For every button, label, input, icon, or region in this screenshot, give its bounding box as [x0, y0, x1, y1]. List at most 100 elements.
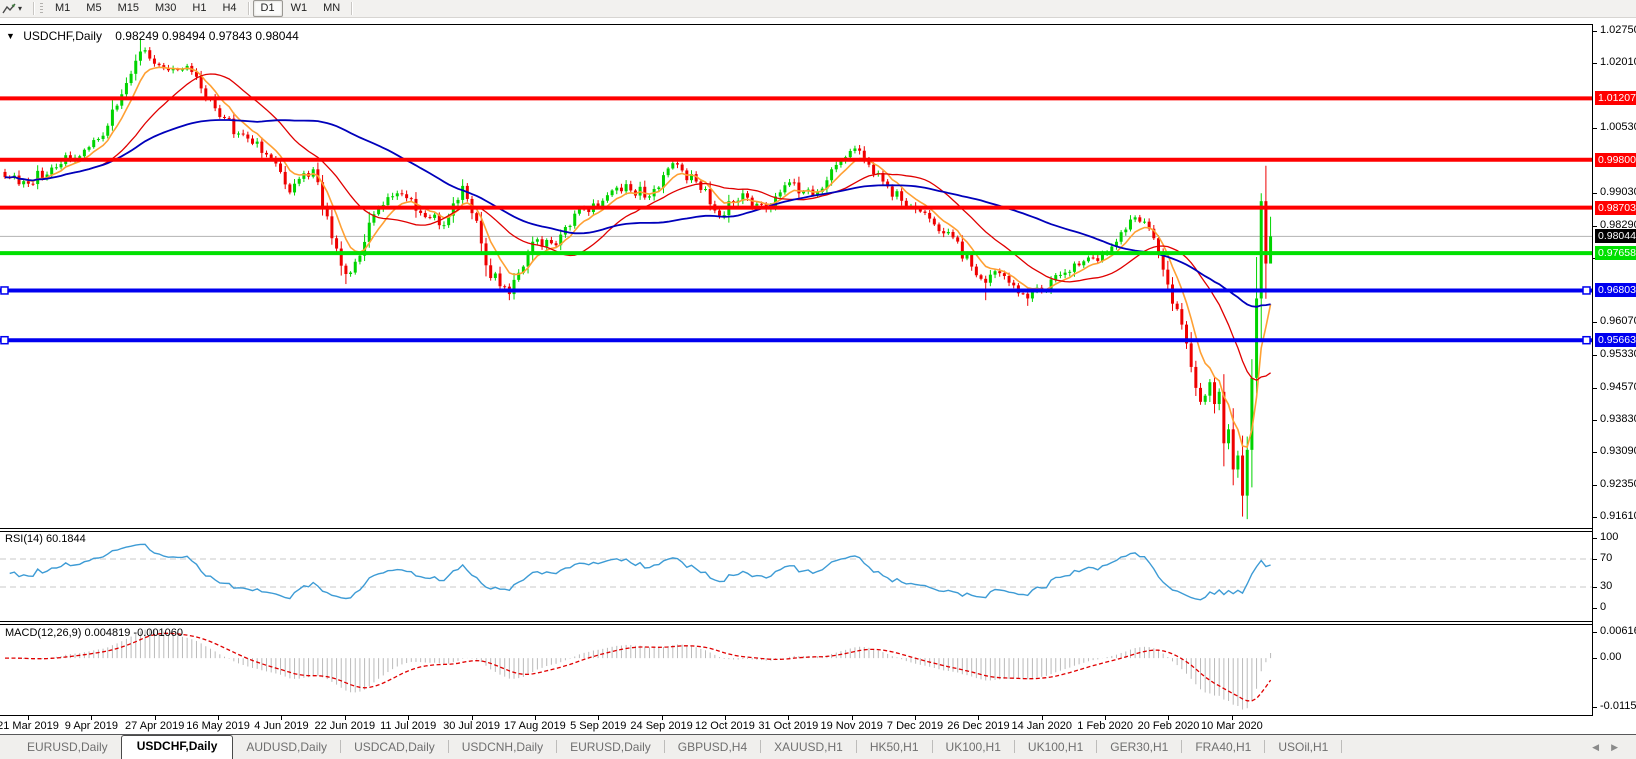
toolbar-separator [33, 2, 35, 15]
axis-tick [1593, 587, 1597, 588]
toolbar-separator [351, 2, 354, 15]
axis-tick [1593, 420, 1597, 422]
date-label: 31 Oct 2019 [758, 720, 819, 732]
macd-plot[interactable] [0, 625, 1592, 715]
price-axis[interactable]: 1.027501.020101.005300.990300.982900.975… [1592, 24, 1636, 716]
axis-tick [1593, 387, 1597, 389]
chart-tab-eurusd-daily[interactable]: EURUSD,Daily [14, 737, 121, 759]
main-chart-plot[interactable] [0, 25, 1592, 528]
chart-tab-usdcnh-daily[interactable]: USDCNH,Daily [449, 737, 556, 759]
axis-tick [1593, 31, 1597, 33]
date-label: 12 Oct 2019 [694, 720, 755, 732]
moving-average-mid [4, 73, 1271, 381]
hline-price-label: 0.97658 [1595, 246, 1636, 261]
rsi-tick-label: 0 [1600, 601, 1607, 613]
timeframe-button-d1[interactable]: D1 [252, 0, 283, 17]
hline-anchor-handle[interactable] [1582, 286, 1591, 295]
chart-collapse-icon[interactable]: ▼ [6, 31, 15, 41]
cursor-tool-glyph [2, 3, 16, 13]
date-label: 11 Jul 2019 [380, 720, 437, 732]
rsi-plot[interactable] [0, 532, 1592, 621]
timeframe-button-m5[interactable]: M5 [78, 0, 109, 17]
timeframe-button-mn[interactable]: MN [315, 0, 348, 17]
toolbar-separator [247, 2, 250, 15]
price-tick-label: 0.99030 [1600, 186, 1636, 199]
timeframe-button-m15[interactable]: M15 [110, 0, 147, 17]
axis-tick [1593, 632, 1597, 633]
price-tick-label: 1.00530 [1600, 120, 1636, 133]
axis-tick [1593, 452, 1597, 454]
timeframe-toolbar: ▾ M1 M5 M15 M30 H1 H4 D1 W1 MN [0, 0, 1636, 18]
axis-tick [1593, 608, 1597, 609]
chart-tab-ger30-h1[interactable]: GER30,H1 [1097, 737, 1181, 759]
chart-tab-hk50-h1[interactable]: HK50,H1 [857, 737, 932, 759]
price-tick-label: 0.91610 [1600, 510, 1636, 522]
tab-scroll-right-icon[interactable]: ▶ [1611, 742, 1630, 752]
date-label: 27 Apr 2019 [125, 720, 185, 732]
price-tick-label: 0.93090 [1600, 445, 1636, 458]
tab-separator [1341, 740, 1343, 753]
timeframe-button-h1[interactable]: H1 [184, 0, 214, 17]
date-label: 4 Jun 2019 [254, 720, 309, 732]
timeframe-button-m1[interactable]: M1 [47, 0, 78, 17]
chart-tab-uk100-h1[interactable]: UK100,H1 [933, 737, 1014, 759]
axis-tick [1593, 484, 1597, 486]
axis-tick [1593, 658, 1597, 660]
chart-tab-uk100-h1[interactable]: UK100,H1 [1015, 737, 1096, 759]
macd-signal-line [5, 632, 1272, 702]
hline-price-label: 0.96803 [1595, 283, 1636, 298]
rsi-line [9, 543, 1271, 601]
axis-tick [1593, 127, 1597, 129]
date-label: 10 Mar 2020 [1200, 720, 1263, 732]
candlestick-series [3, 38, 1273, 520]
axis-tick [1593, 225, 1597, 227]
chart-tab-usdchf-daily[interactable]: USDCHF,Daily [120, 735, 234, 759]
chart-tab-xauusd-h1[interactable]: XAUUSD,H1 [761, 737, 856, 759]
rsi-panel-bottom-border[interactable] [0, 621, 1596, 622]
hline-price-label: 0.99800 [1595, 152, 1636, 167]
current-price-label: 0.98044 [1595, 229, 1636, 244]
price-tick-label: 0.96070 [1600, 315, 1636, 328]
axis-tick [1593, 322, 1597, 324]
price-tick-label: 0.95330 [1600, 347, 1636, 360]
axis-tick [1593, 707, 1597, 708]
main-panel-bottom-border[interactable] [0, 528, 1596, 529]
axis-tick [1593, 559, 1597, 560]
timeframe-button-h4[interactable]: H4 [214, 0, 244, 17]
hline-anchor-handle[interactable] [0, 286, 9, 295]
price-tick-label: 0.93830 [1600, 413, 1636, 426]
rsi-tick-label: 30 [1600, 580, 1613, 592]
date-label: 30 Jul 2019 [443, 720, 500, 732]
chart-tab-usdcad-daily[interactable]: USDCAD,Daily [341, 737, 448, 759]
chart-tab-usoil-h1[interactable]: USOil,H1 [1265, 737, 1341, 759]
chart-tab-gbpusd-h4[interactable]: GBPUSD,H4 [665, 737, 760, 759]
chart-symbol-label: USDCHF,Daily [23, 29, 102, 43]
chart-tab-audusd-daily[interactable]: AUDUSD,Daily [233, 737, 340, 759]
timeframe-button-w1[interactable]: W1 [283, 0, 316, 17]
rsi-tick-label: 100 [1600, 531, 1619, 543]
macd-tick-label: -0.01153 [1600, 700, 1636, 712]
chart-tab-bar: EURUSD,Daily USDCHF,Daily AUDUSD,Daily USDC… [0, 734, 1636, 759]
price-tick-label: 0.92350 [1600, 477, 1636, 490]
tab-scroll-left-icon[interactable]: ◀ [1592, 742, 1611, 752]
toolbar-grip-handle[interactable] [40, 2, 43, 15]
date-label: 24 Sep 2019 [630, 720, 693, 732]
chart-title: ▼ USDCHF,Daily 0.98249 0.98494 0.97843 0… [6, 29, 299, 43]
date-label: 5 Sep 2019 [570, 720, 627, 732]
hline-anchor-handle[interactable] [1582, 335, 1591, 345]
chart-quote-ohlc: 0.98249 0.98494 0.97843 0.98044 [115, 29, 299, 43]
date-label: 20 Feb 2020 [1137, 720, 1200, 732]
date-label: 17 Aug 2019 [503, 720, 566, 732]
tool-dropdown-arrow-icon[interactable]: ▾ [18, 4, 30, 13]
price-tick-label: 1.02750 [1600, 24, 1636, 37]
hline-price-label: 0.95663 [1595, 333, 1636, 348]
chart-tab-fra40-h1[interactable]: FRA40,H1 [1182, 737, 1264, 759]
timeframe-button-m30[interactable]: M30 [147, 0, 184, 17]
chart-tab-eurusd-daily[interactable]: EURUSD,Daily [557, 737, 664, 759]
hline-anchor-handle[interactable] [0, 335, 9, 345]
date-label: 16 May 2019 [186, 720, 250, 732]
price-tick-label: 0.94570 [1600, 380, 1636, 393]
cursor-tool-icon[interactable] [0, 1, 18, 16]
price-tick-label: 1.02010 [1600, 56, 1636, 69]
date-axis[interactable]: 21 Mar 2019 9 Apr 2019 27 Apr 2019 16 May 2… [0, 716, 1592, 734]
